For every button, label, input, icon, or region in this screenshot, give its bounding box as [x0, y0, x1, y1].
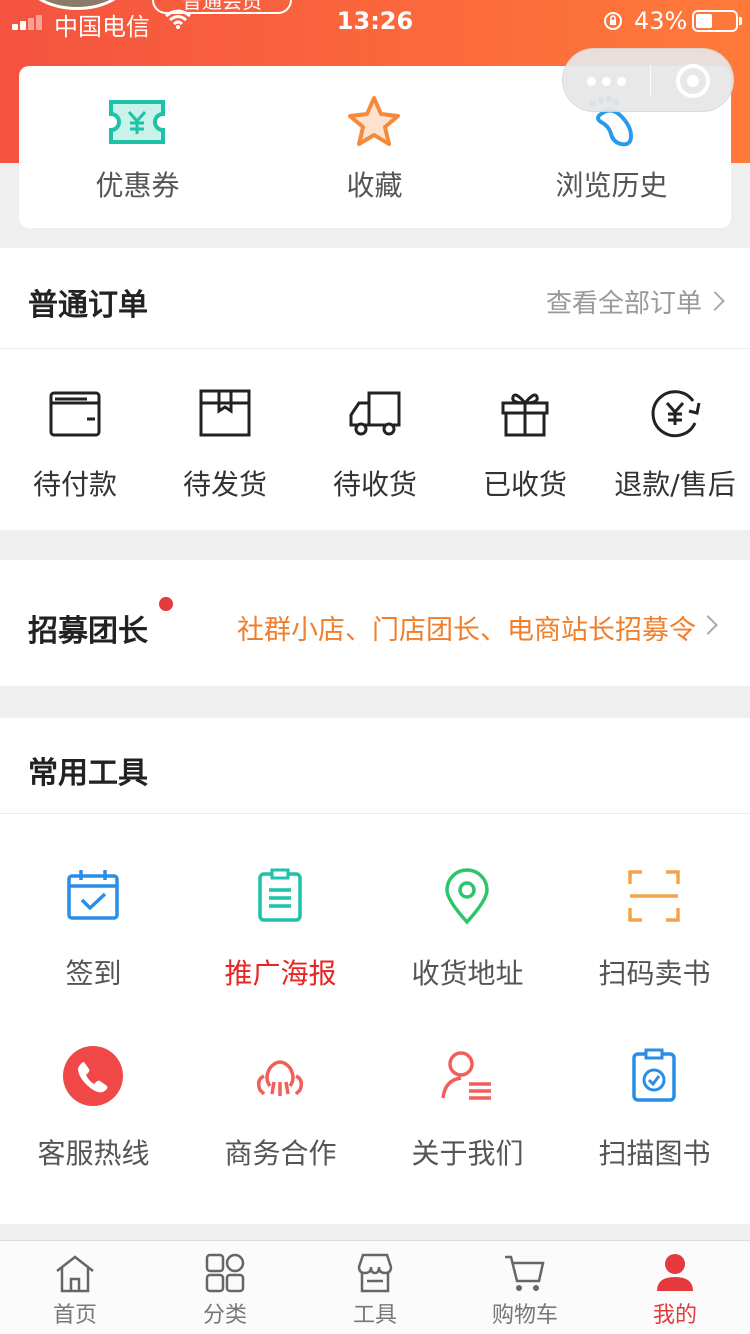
chevron-right-icon — [705, 291, 725, 311]
truck-icon — [349, 391, 401, 436]
recruit-section[interactable]: 招募团长 社群小店、门店团长、电商站长招募令 — [0, 560, 750, 686]
wallet-icon — [49, 391, 101, 437]
location-pin-icon — [445, 868, 489, 925]
order-status-unpaid[interactable]: 待付款 — [0, 349, 150, 529]
status-bar: 中国电信 13:26 43% — [0, 0, 750, 44]
clipboard-icon — [258, 868, 302, 922]
recruit-description: 社群小店、门店团长、电商站长招募令 — [237, 615, 696, 646]
star-icon — [348, 96, 400, 146]
tab-cart[interactable]: 购物车 — [450, 1241, 600, 1334]
close-miniprogram-icon[interactable] — [676, 64, 710, 98]
tool-label: 客服热线 — [37, 1137, 150, 1170]
order-status-row: 待付款 待发货 待收货 已收货 退款/售后 — [0, 349, 750, 530]
tab-label: 首页 — [52, 1303, 97, 1328]
shop-icon — [357, 1253, 393, 1293]
tab-profile[interactable]: 我的 — [600, 1241, 750, 1334]
tool-label: 扫码卖书 — [598, 957, 711, 990]
tab-label: 分类 — [202, 1303, 247, 1328]
phone-icon — [63, 1046, 123, 1106]
order-status-label: 已收货 — [482, 468, 567, 501]
scan-icon — [628, 870, 680, 922]
tool-hotline[interactable]: 客服热线 — [0, 1046, 187, 1226]
quick-link-coupons[interactable]: 优惠券 — [19, 66, 256, 228]
refund-icon — [651, 390, 701, 438]
tools-section: 常用工具 签到 推广海报 收货地址 扫码卖书 客服热线 商务合作 关于我们 扫描… — [0, 718, 750, 1224]
more-options-icon[interactable] — [587, 71, 631, 91]
tab-tools[interactable]: 工具 — [300, 1241, 450, 1334]
user-list-icon — [441, 1051, 491, 1100]
tool-address[interactable]: 收货地址 — [374, 866, 561, 1046]
order-status-to-receive[interactable]: 待收货 — [300, 349, 450, 529]
recruit-title: 招募团长 — [28, 614, 148, 649]
order-status-refund[interactable]: 退款/售后 — [600, 349, 750, 529]
tab-label: 我的 — [652, 1303, 697, 1328]
package-icon — [199, 389, 251, 437]
tab-label: 工具 — [352, 1303, 397, 1328]
orders-title: 普通订单 — [28, 288, 148, 323]
tool-scan-book[interactable]: 扫描图书 — [561, 1046, 748, 1226]
bottom-tab-bar: 首页 分类 工具 购物车 我的 — [0, 1240, 750, 1334]
handshake-icon — [256, 1060, 304, 1096]
gift-icon — [501, 393, 549, 437]
order-status-label: 待收货 — [332, 468, 417, 501]
divider — [0, 813, 750, 814]
quick-link-favorites[interactable]: 收藏 — [256, 66, 493, 228]
coupon-icon — [109, 100, 165, 144]
tab-label: 购物车 — [491, 1303, 558, 1328]
tool-label: 推广海报 — [224, 957, 337, 990]
profile-icon — [657, 1254, 693, 1291]
order-status-received[interactable]: 已收货 — [450, 349, 600, 529]
tool-label: 商务合作 — [224, 1137, 337, 1170]
view-all-orders-link[interactable]: 查看全部订单 — [546, 283, 702, 320]
order-status-label: 待付款 — [32, 468, 117, 501]
tool-label: 扫描图书 — [598, 1137, 711, 1170]
tool-poster[interactable]: 推广海报 — [187, 866, 374, 1046]
battery-percent: 43% — [634, 7, 688, 35]
tool-label: 关于我们 — [411, 1137, 524, 1170]
tool-checkin[interactable]: 签到 — [0, 866, 187, 1046]
orders-section: 普通订单 查看全部订单 待付款 待发货 待收货 已收货 退款/售后 — [0, 248, 750, 530]
tool-label: 收货地址 — [411, 957, 524, 990]
chevron-right-icon — [698, 615, 718, 635]
notification-dot — [159, 597, 173, 611]
tab-home[interactable]: 首页 — [0, 1241, 150, 1334]
tool-about[interactable]: 关于我们 — [374, 1046, 561, 1226]
quick-link-label: 优惠券 — [95, 169, 180, 202]
rotation-lock-icon — [604, 12, 622, 30]
battery-icon — [692, 10, 742, 32]
order-status-label: 待发货 — [182, 468, 267, 501]
quick-link-label: 浏览历史 — [555, 169, 668, 202]
capsule-divider — [650, 65, 651, 97]
home-icon — [56, 1255, 94, 1293]
quick-link-label: 收藏 — [346, 169, 403, 202]
calendar-check-icon — [67, 870, 119, 920]
tool-business[interactable]: 商务合作 — [187, 1046, 374, 1226]
miniprogram-capsule — [562, 48, 734, 112]
order-status-label: 退款/售后 — [614, 468, 736, 501]
category-icon — [205, 1253, 245, 1293]
tool-label: 签到 — [65, 957, 122, 990]
cart-icon — [505, 1255, 545, 1291]
tool-scan-sell[interactable]: 扫码卖书 — [561, 866, 748, 1046]
tools-title: 常用工具 — [28, 756, 148, 791]
order-status-to-ship[interactable]: 待发货 — [150, 349, 300, 529]
tab-category[interactable]: 分类 — [150, 1241, 300, 1334]
scan-book-icon — [632, 1048, 676, 1102]
